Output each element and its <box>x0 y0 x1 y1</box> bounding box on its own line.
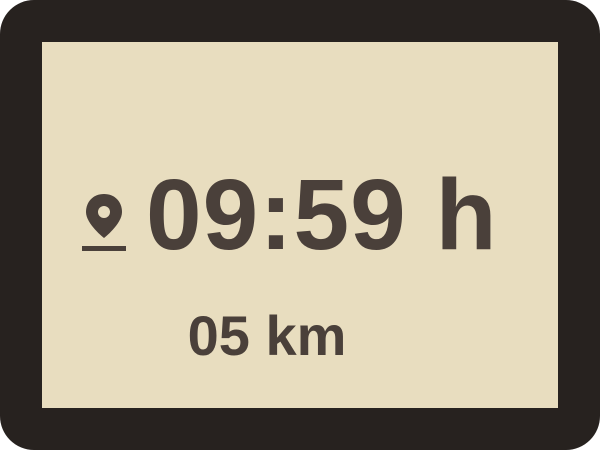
display-screen: 09:59 h 05 km <box>42 42 558 408</box>
map-pin-icon <box>82 192 126 252</box>
distance-readout: 05 km <box>187 304 347 367</box>
device-bezel: 09:59 h 05 km <box>0 0 600 450</box>
time-row: 09:59 h <box>42 160 558 270</box>
time-readout: 09:59 h <box>146 159 498 271</box>
